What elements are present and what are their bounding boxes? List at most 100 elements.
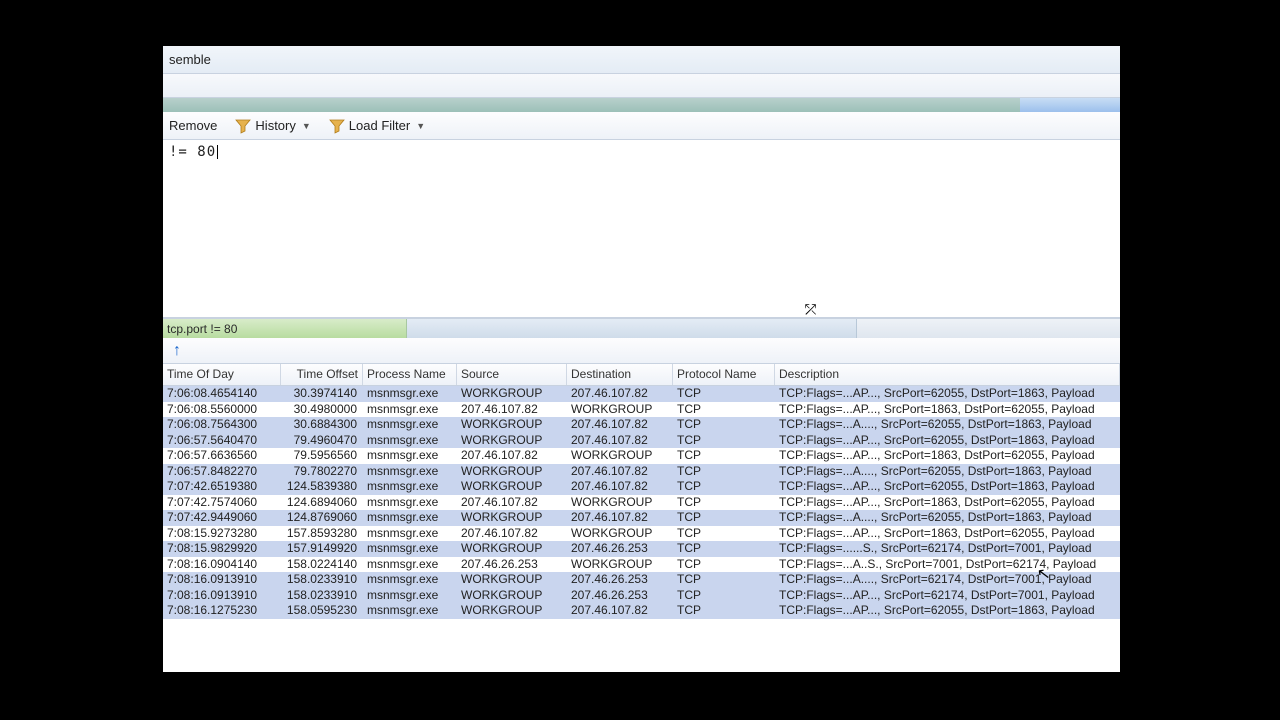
cell-offset: 158.0233910 bbox=[281, 588, 363, 604]
cell-source: WORKGROUP bbox=[457, 464, 567, 480]
filter-status-bar: tcp.port != 80 bbox=[163, 318, 1120, 338]
cell-time: 7:07:42.6519380 bbox=[163, 479, 281, 495]
cell-time: 7:08:16.1275230 bbox=[163, 603, 281, 619]
cell-protocol: TCP bbox=[673, 386, 775, 402]
col-protocol-name[interactable]: Protocol Name bbox=[673, 364, 775, 385]
cell-offset: 79.7802270 bbox=[281, 464, 363, 480]
col-destination[interactable]: Destination bbox=[567, 364, 673, 385]
cell-time: 7:06:08.5560000 bbox=[163, 402, 281, 418]
cell-description: TCP:Flags=...AP..., SrcPort=62055, DstPo… bbox=[775, 479, 1120, 495]
cell-process: msnmsgr.exe bbox=[363, 417, 457, 433]
cell-source: 207.46.107.82 bbox=[457, 448, 567, 464]
cell-process: msnmsgr.exe bbox=[363, 510, 457, 526]
cell-process: msnmsgr.exe bbox=[363, 433, 457, 449]
cell-destination: 207.46.107.82 bbox=[567, 479, 673, 495]
cell-time: 7:08:16.0913910 bbox=[163, 588, 281, 604]
funnel-icon bbox=[235, 118, 251, 134]
table-row[interactable]: 7:07:42.9449060124.8769060msnmsgr.exeWOR… bbox=[163, 510, 1120, 526]
cell-offset: 30.4980000 bbox=[281, 402, 363, 418]
history-label: History bbox=[255, 118, 295, 133]
cell-destination: 207.46.26.253 bbox=[567, 572, 673, 588]
cell-time: 7:06:08.7564300 bbox=[163, 417, 281, 433]
cell-source: WORKGROUP bbox=[457, 433, 567, 449]
cell-description: TCP:Flags=...AP..., SrcPort=1863, DstPor… bbox=[775, 526, 1120, 542]
cell-description: TCP:Flags=...AP..., SrcPort=62174, DstPo… bbox=[775, 588, 1120, 604]
cell-description: TCP:Flags=...A...., SrcPort=62174, DstPo… bbox=[775, 572, 1120, 588]
table-row[interactable]: 7:08:16.1275230158.0595230msnmsgr.exeWOR… bbox=[163, 603, 1120, 619]
cell-offset: 158.0224140 bbox=[281, 557, 363, 573]
cell-source: WORKGROUP bbox=[457, 572, 567, 588]
packet-grid[interactable]: 7:06:08.465414030.3974140msnmsgr.exeWORK… bbox=[163, 386, 1120, 672]
cell-protocol: TCP bbox=[673, 603, 775, 619]
cell-description: TCP:Flags=......S., SrcPort=62174, DstPo… bbox=[775, 541, 1120, 557]
menu-item-reassemble[interactable]: semble bbox=[169, 52, 211, 67]
cell-source: 207.46.107.82 bbox=[457, 402, 567, 418]
cell-description: TCP:Flags=...A...., SrcPort=62055, DstPo… bbox=[775, 417, 1120, 433]
cursor-icon: ⤱ bbox=[805, 302, 817, 318]
progress-segment-green bbox=[163, 98, 1020, 112]
progress-segment-blue bbox=[1020, 98, 1120, 112]
capture-progress-bar bbox=[163, 98, 1120, 112]
table-row[interactable]: 7:07:42.7574060124.6894060msnmsgr.exe207… bbox=[163, 495, 1120, 511]
cell-time: 7:06:08.4654140 bbox=[163, 386, 281, 402]
table-row[interactable]: 7:08:16.0913910158.0233910msnmsgr.exeWOR… bbox=[163, 572, 1120, 588]
cell-protocol: TCP bbox=[673, 417, 775, 433]
cell-process: msnmsgr.exe bbox=[363, 479, 457, 495]
cell-offset: 30.3974140 bbox=[281, 386, 363, 402]
cell-process: msnmsgr.exe bbox=[363, 526, 457, 542]
filter-text: != 80 bbox=[169, 144, 216, 160]
cell-process: msnmsgr.exe bbox=[363, 495, 457, 511]
up-arrow-icon[interactable]: ↑ bbox=[173, 342, 181, 360]
cell-destination: 207.46.107.82 bbox=[567, 417, 673, 433]
table-row[interactable]: 7:08:15.9829920157.9149920msnmsgr.exeWOR… bbox=[163, 541, 1120, 557]
app-window: semble Remove History ▼ Load Filter ▼ !=… bbox=[163, 46, 1120, 672]
table-row[interactable]: 7:06:08.756430030.6884300msnmsgr.exeWORK… bbox=[163, 417, 1120, 433]
applied-filter-text: tcp.port != 80 bbox=[167, 322, 237, 336]
cell-time: 7:08:15.9273280 bbox=[163, 526, 281, 542]
filter-toolbar: Remove History ▼ Load Filter ▼ bbox=[163, 112, 1120, 140]
table-row[interactable]: 7:06:08.556000030.4980000msnmsgr.exe207.… bbox=[163, 402, 1120, 418]
cell-destination: 207.46.107.82 bbox=[567, 433, 673, 449]
table-row[interactable]: 7:07:42.6519380124.5839380msnmsgr.exeWOR… bbox=[163, 479, 1120, 495]
cell-protocol: TCP bbox=[673, 479, 775, 495]
cell-time: 7:06:57.8482270 bbox=[163, 464, 281, 480]
chevron-down-icon: ▼ bbox=[416, 121, 425, 131]
load-filter-label: Load Filter bbox=[349, 118, 410, 133]
cell-process: msnmsgr.exe bbox=[363, 402, 457, 418]
table-row[interactable]: 7:06:57.848227079.7802270msnmsgr.exeWORK… bbox=[163, 464, 1120, 480]
cell-process: msnmsgr.exe bbox=[363, 603, 457, 619]
cell-source: 207.46.107.82 bbox=[457, 495, 567, 511]
load-filter-button[interactable]: Load Filter ▼ bbox=[325, 116, 429, 136]
col-description[interactable]: Description bbox=[775, 364, 1120, 385]
cell-source: WORKGROUP bbox=[457, 386, 567, 402]
table-row[interactable]: 7:06:57.663656079.5956560msnmsgr.exe207.… bbox=[163, 448, 1120, 464]
cell-description: TCP:Flags=...AP..., SrcPort=1863, DstPor… bbox=[775, 402, 1120, 418]
status-segment bbox=[407, 319, 857, 338]
cell-destination: 207.46.26.253 bbox=[567, 541, 673, 557]
cell-offset: 124.5839380 bbox=[281, 479, 363, 495]
table-row[interactable]: 7:08:16.0904140158.0224140msnmsgr.exe207… bbox=[163, 557, 1120, 573]
col-source[interactable]: Source bbox=[457, 364, 567, 385]
cell-process: msnmsgr.exe bbox=[363, 572, 457, 588]
cell-destination: 207.46.107.82 bbox=[567, 386, 673, 402]
col-time-of-day[interactable]: Time Of Day bbox=[163, 364, 281, 385]
filter-expression-editor[interactable]: != 80 ⤱ bbox=[163, 140, 1120, 318]
status-segment bbox=[857, 319, 1120, 338]
remove-button[interactable]: Remove bbox=[165, 116, 221, 135]
cell-time: 7:06:57.6636560 bbox=[163, 448, 281, 464]
cell-process: msnmsgr.exe bbox=[363, 386, 457, 402]
cell-source: WORKGROUP bbox=[457, 510, 567, 526]
table-row[interactable]: 7:08:16.0913910158.0233910msnmsgr.exeWOR… bbox=[163, 588, 1120, 604]
cell-protocol: TCP bbox=[673, 588, 775, 604]
cell-destination: 207.46.26.253 bbox=[567, 588, 673, 604]
table-row[interactable]: 7:06:57.564047079.4960470msnmsgr.exeWORK… bbox=[163, 433, 1120, 449]
table-row[interactable]: 7:06:08.465414030.3974140msnmsgr.exeWORK… bbox=[163, 386, 1120, 402]
history-button[interactable]: History ▼ bbox=[231, 116, 314, 136]
col-time-offset[interactable]: Time Offset bbox=[281, 364, 363, 385]
col-process-name[interactable]: Process Name bbox=[363, 364, 457, 385]
cell-time: 7:08:16.0913910 bbox=[163, 572, 281, 588]
cell-protocol: TCP bbox=[673, 402, 775, 418]
cell-destination: 207.46.107.82 bbox=[567, 464, 673, 480]
table-row[interactable]: 7:08:15.9273280157.8593280msnmsgr.exe207… bbox=[163, 526, 1120, 542]
cell-description: TCP:Flags=...AP..., SrcPort=1863, DstPor… bbox=[775, 448, 1120, 464]
